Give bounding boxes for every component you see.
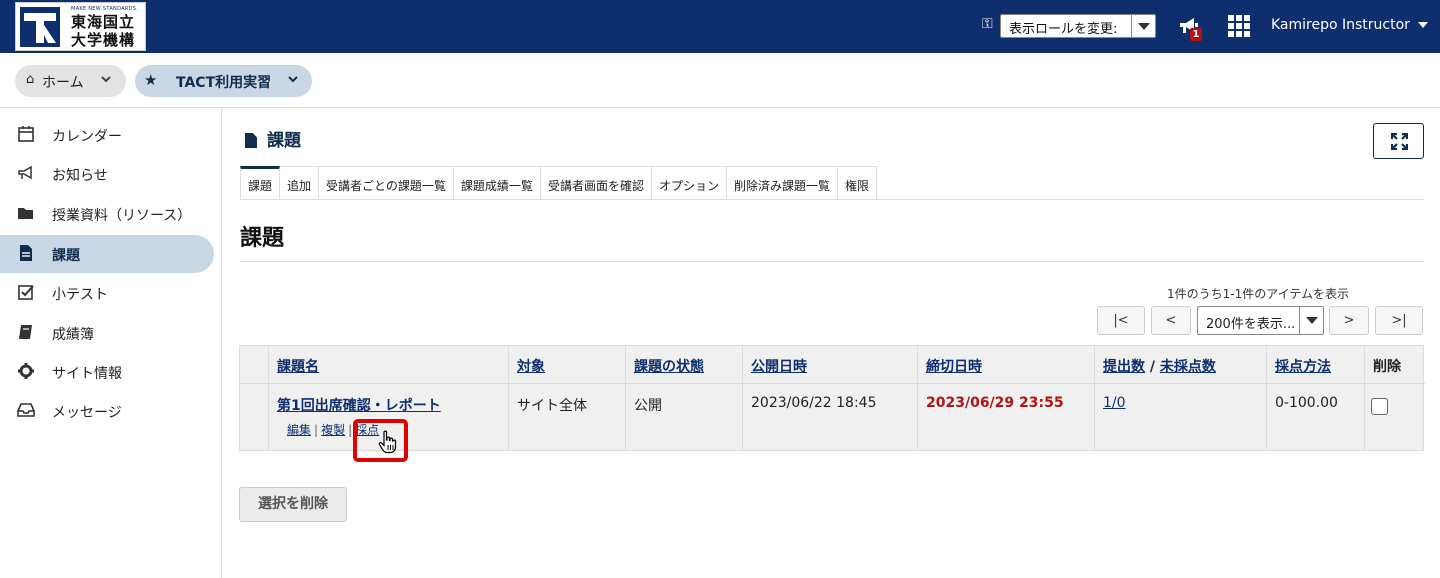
remove-cell	[1364, 384, 1425, 450]
user-secret-icon: ⚿	[982, 16, 993, 32]
sidebar-item-label: 小テスト	[52, 287, 108, 303]
sidebar-item-label: サイト情報	[52, 366, 122, 382]
hand-pointer-icon	[378, 430, 397, 454]
column-header-scale[interactable]: 採点方法	[1266, 346, 1364, 384]
star-icon: ★	[144, 71, 158, 89]
status-cell: 公開	[625, 384, 742, 450]
sidebar-item-calendar[interactable]: カレンダー	[0, 116, 214, 154]
tab-permissions[interactable]: 権限	[837, 166, 877, 200]
sidebar-item-tests[interactable]: 小テスト	[0, 274, 214, 312]
table-row: 第1回出席確認・レポート 編集 | 複製 | 採点 サイト全体 公開 2023/06/2…	[240, 384, 1425, 450]
role-select-label: 表示ロールを変更:	[1009, 22, 1118, 37]
target-cell: サイト全体	[508, 384, 625, 450]
expand-icon	[1391, 133, 1408, 150]
apps-grid-icon[interactable]	[1228, 15, 1250, 37]
prev-page-button[interactable]: <	[1151, 306, 1191, 335]
assignment-title-link[interactable]: 第1回出席確認・レポート	[277, 398, 441, 414]
duplicate-link[interactable]: 複製	[321, 423, 345, 437]
column-header-remove: 削除	[1364, 346, 1425, 384]
sidebar-item-label: メッセージ	[52, 405, 122, 421]
sidebar-item-messages[interactable]: メッセージ	[0, 392, 214, 430]
submissions-cell: 1/0	[1094, 384, 1266, 450]
site-label: TACT利用実習	[176, 75, 272, 91]
university-logo[interactable]: MAKE NEW STANDARDS. 東海国立 大学機構	[15, 2, 146, 51]
sidebar-item-site-info[interactable]: サイト情報	[0, 353, 214, 391]
scale-cell: 0-100.00	[1266, 384, 1364, 450]
home-label: ホーム	[42, 75, 84, 91]
page-size-select[interactable]: 200件を表示...	[1197, 306, 1324, 335]
role-select[interactable]: 表示ロールを変更:	[1000, 14, 1156, 38]
remove-checkbox[interactable]	[1371, 398, 1388, 415]
book-icon	[19, 325, 32, 339]
sidebar-item-announcements[interactable]: お知らせ	[0, 155, 214, 193]
due-date-cell: 2023/06/29 23:55	[917, 384, 1094, 450]
next-page-button[interactable]: >	[1329, 306, 1369, 335]
select-cell	[240, 384, 268, 450]
page-title: 課題	[240, 226, 285, 251]
megaphone-icon	[18, 165, 32, 180]
chevron-down-icon	[101, 76, 111, 83]
sidebar-item-label: お知らせ	[52, 168, 108, 184]
tab-options[interactable]: オプション	[651, 166, 727, 200]
page-size-label: 200件を表示...	[1206, 317, 1296, 332]
folder-icon	[18, 208, 33, 219]
tool-tabs: 課題 追加 受講者ごとの課題一覧 課題成績一覧 受講者画面を確認 オプション 削…	[240, 166, 1424, 200]
calendar-icon	[18, 126, 34, 142]
home-icon: ⌂	[26, 72, 35, 87]
tab-add[interactable]: 追加	[280, 166, 320, 200]
select-column-header	[240, 346, 268, 384]
tab-deleted[interactable]: 削除済み課題一覧	[726, 166, 838, 200]
sidebar-item-label: カレンダー	[52, 129, 122, 145]
tab-grade-report[interactable]: 課題成績一覧	[453, 166, 541, 200]
sidebar-item-resources[interactable]: 授業資料（リソース）	[0, 195, 214, 233]
sidebar-item-label: 授業資料（リソース）	[52, 208, 192, 224]
column-header-due-date[interactable]: 締切日時	[917, 346, 1094, 384]
chevron-down-icon	[1131, 15, 1155, 37]
sidebar-item-assignments[interactable]: 課題	[0, 235, 214, 273]
chevron-down-icon	[1299, 307, 1323, 334]
last-page-button[interactable]: >|	[1375, 306, 1423, 335]
item-count: 1件のうち1-1件のアイテムを表示	[1167, 287, 1350, 301]
tool-title: 課題	[245, 126, 301, 151]
column-header-submissions[interactable]: 提出数 / 未採点数	[1094, 346, 1266, 384]
table-header-row: 課題名 対象 課題の状態 公開日時 締切日時 提出数 / 未採点数 採点方法 削…	[240, 346, 1425, 384]
logo-text-line2: 大学機構	[71, 31, 136, 49]
main-content: 課題 課題 追加 受講者ごとの課題一覧 課題成績一覧 受講者画面を確認 オプショ…	[223, 108, 1440, 578]
document-icon	[20, 245, 32, 261]
first-page-button[interactable]: |<	[1097, 306, 1145, 335]
delete-selected-button[interactable]: 選択を削除	[239, 487, 347, 522]
document-icon	[245, 133, 257, 148]
column-header-target[interactable]: 対象	[508, 346, 625, 384]
gear-icon	[18, 363, 34, 379]
column-header-status[interactable]: 課題の状態	[625, 346, 742, 384]
sidebar: カレンダー お知らせ 授業資料（リソース） 課題 小テスト 成績簿 サイト情報 …	[0, 108, 222, 578]
column-header-open-date[interactable]: 公開日時	[742, 346, 917, 384]
fullscreen-button[interactable]	[1373, 123, 1424, 159]
sidebar-item-gradebook[interactable]: 成績簿	[0, 314, 214, 352]
column-header-title[interactable]: 課題名	[268, 346, 508, 384]
tab-by-student[interactable]: 受講者ごとの課題一覧	[319, 166, 454, 200]
top-bar: MAKE NEW STANDARDS. 東海国立 大学機構 ⚿ 表示ロールを変更…	[0, 0, 1440, 53]
divider	[240, 261, 1424, 262]
tab-student-view[interactable]: 受講者画面を確認	[540, 166, 652, 200]
user-menu[interactable]: Kamirepo Instructor	[1271, 17, 1428, 33]
breadcrumb: ⌂ ホーム ★ TACT利用実習	[0, 53, 1440, 108]
open-date-cell: 2023/06/22 18:45	[742, 384, 917, 450]
submissions-link[interactable]: 1/0	[1103, 395, 1126, 411]
logo-mark-icon	[20, 7, 60, 47]
sidebar-item-label: 課題	[52, 248, 80, 264]
edit-link[interactable]: 編集	[287, 423, 311, 437]
site-button[interactable]: ★ TACT利用実習	[135, 65, 312, 97]
checkbox-icon	[18, 285, 34, 300]
chevron-down-icon	[288, 76, 298, 83]
home-button[interactable]: ⌂ ホーム	[15, 65, 126, 97]
notification-badge: 1	[1190, 28, 1202, 41]
assignments-table: 課題名 対象 課題の状態 公開日時 締切日時 提出数 / 未採点数 採点方法 削…	[239, 345, 1425, 451]
inbox-icon	[17, 403, 35, 417]
sidebar-item-label: 成績簿	[52, 327, 94, 343]
tab-assignments[interactable]: 課題	[240, 166, 281, 200]
